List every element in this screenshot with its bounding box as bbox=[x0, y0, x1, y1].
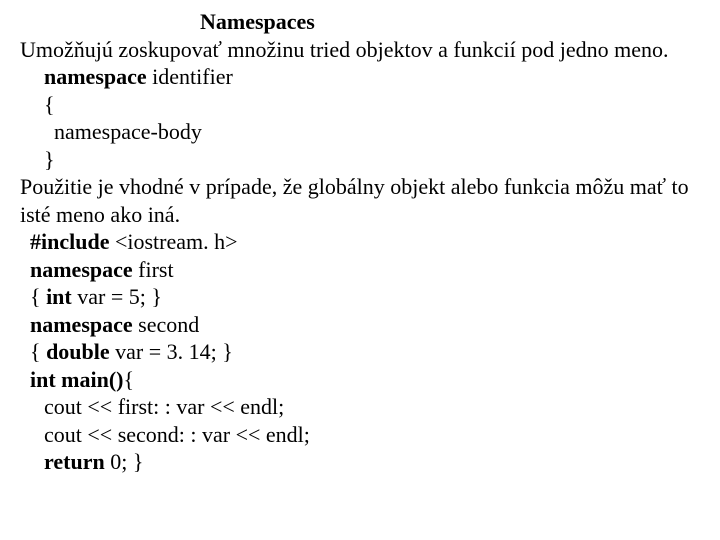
include-arg: <iostream. h> bbox=[109, 229, 237, 254]
keyword-return: return bbox=[44, 449, 105, 474]
main-open-brace: { bbox=[124, 367, 135, 392]
syntax-line-namespace: namespace identifier bbox=[20, 63, 700, 91]
code-ns1-body: { int var = 5; } bbox=[20, 283, 700, 311]
return-rest: 0; } bbox=[105, 449, 144, 474]
code-line-return: return 0; } bbox=[20, 448, 700, 476]
keyword-namespace: namespace bbox=[44, 64, 147, 89]
ns1-name: first bbox=[133, 257, 174, 282]
keyword-namespace-1: namespace bbox=[30, 257, 133, 282]
ns2-name: second bbox=[133, 312, 200, 337]
ns2-body-rest: var = 3. 14; } bbox=[110, 339, 233, 364]
code-ns2-decl: namespace second bbox=[20, 311, 700, 339]
usage-paragraph: Použitie je vhodné v prípade, že globáln… bbox=[20, 173, 700, 228]
document-page: Namespaces Umožňujú zoskupovať množinu t… bbox=[0, 0, 720, 476]
syntax-close-brace: } bbox=[20, 146, 700, 174]
text-identifier: identifier bbox=[147, 64, 233, 89]
keyword-namespace-2: namespace bbox=[30, 312, 133, 337]
keyword-double: double bbox=[46, 339, 110, 364]
ns2-body-open: { bbox=[30, 339, 46, 364]
syntax-body: namespace-body bbox=[20, 118, 700, 146]
code-line-cout-second: cout << second: : var << endl; bbox=[20, 421, 700, 449]
code-include: #include <iostream. h> bbox=[20, 228, 700, 256]
ns1-body-rest: var = 5; } bbox=[72, 284, 162, 309]
code-main-sig: int main(){ bbox=[20, 366, 700, 394]
intro-paragraph: Umožňujú zoskupovať množinu tried objekt… bbox=[20, 36, 700, 64]
code-ns1-decl: namespace first bbox=[20, 256, 700, 284]
code-ns2-body: { double var = 3. 14; } bbox=[20, 338, 700, 366]
keyword-int-1: int bbox=[46, 284, 72, 309]
heading-namespaces: Namespaces bbox=[20, 8, 700, 36]
syntax-open-brace: { bbox=[20, 91, 700, 119]
code-line-cout-first: cout << first: : var << endl; bbox=[20, 393, 700, 421]
ns1-body-open: { bbox=[30, 284, 46, 309]
keyword-int-main: int main() bbox=[30, 367, 124, 392]
keyword-include: #include bbox=[30, 229, 109, 254]
